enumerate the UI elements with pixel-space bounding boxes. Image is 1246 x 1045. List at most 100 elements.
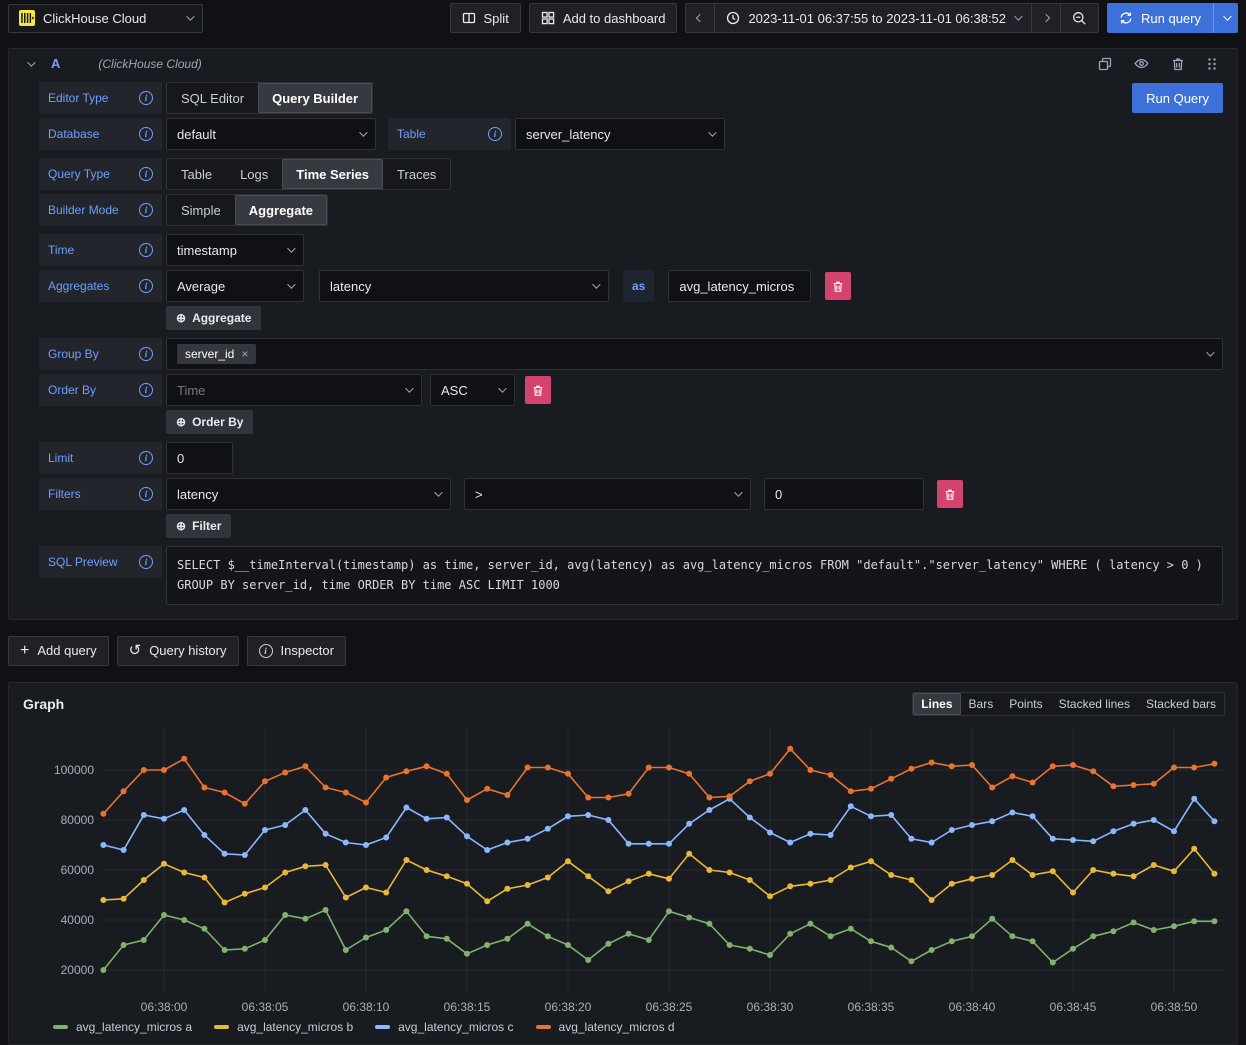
info-icon[interactable]: i: [139, 383, 153, 397]
graph-panel-title: Graph: [23, 696, 64, 712]
graph-style-points[interactable]: Points: [1001, 693, 1050, 715]
chevron-down-icon: [287, 244, 295, 252]
drag-handle-icon[interactable]: [1201, 57, 1223, 71]
info-icon[interactable]: i: [139, 555, 153, 569]
legend-item[interactable]: avg_latency_micros d: [536, 1020, 675, 1034]
svg-text:60000: 60000: [61, 863, 95, 877]
group-by-multiselect[interactable]: server_id ×: [166, 338, 1223, 370]
aggregate-function-select[interactable]: Average: [166, 270, 304, 302]
aggregate-column-select[interactable]: latency: [319, 270, 609, 302]
circle-plus-icon: ⊕: [176, 311, 186, 325]
legend-item[interactable]: avg_latency_micros c: [375, 1020, 513, 1034]
chevron-right-icon: [1042, 14, 1050, 22]
limit-input[interactable]: 0: [166, 442, 233, 474]
circle-plus-icon: ⊕: [176, 519, 186, 533]
database-select[interactable]: default: [166, 118, 376, 150]
close-icon[interactable]: ×: [241, 347, 248, 361]
filter-value-input[interactable]: 0: [764, 478, 924, 510]
query-ref-id[interactable]: A: [51, 56, 60, 71]
group-by-chip-server-id[interactable]: server_id ×: [177, 344, 256, 364]
builder-mode-simple[interactable]: Simple: [167, 195, 235, 225]
info-icon[interactable]: i: [139, 279, 153, 293]
datasource-name: ClickHouse Cloud: [43, 11, 146, 26]
table-select[interactable]: server_latency: [515, 118, 725, 150]
collapse-query-icon[interactable]: [27, 58, 35, 66]
svg-text:06:38:50: 06:38:50: [1151, 1000, 1198, 1014]
legend-item[interactable]: avg_latency_micros b: [214, 1020, 353, 1034]
time-range-button[interactable]: 2023-11-01 06:37:55 to 2023-11-01 06:38:…: [714, 3, 1032, 33]
add-order-by-button[interactable]: ⊕ Order By: [166, 410, 253, 434]
remove-filter-button[interactable]: [937, 480, 963, 508]
info-icon[interactable]: i: [139, 167, 153, 181]
legend-color-marker: [214, 1025, 229, 1029]
query-type-table[interactable]: Table: [167, 159, 226, 189]
chevron-down-icon: [734, 488, 742, 496]
editor-type-switch: SQL Editor Query Builder: [166, 82, 373, 114]
graph-style-bars[interactable]: Bars: [961, 693, 1002, 715]
builder-mode-aggregate[interactable]: Aggregate: [235, 195, 327, 225]
graph-style-stacked-lines[interactable]: Stacked lines: [1051, 693, 1138, 715]
query-type-traces[interactable]: Traces: [383, 159, 450, 189]
info-icon[interactable]: i: [139, 451, 153, 465]
add-to-dashboard-button[interactable]: Add to dashboard: [529, 3, 678, 33]
query-type-logs[interactable]: Logs: [226, 159, 282, 189]
svg-text:06:38:05: 06:38:05: [242, 1000, 289, 1014]
graph-style-switch: Lines Bars Points Stacked lines Stacked …: [912, 692, 1225, 716]
query-type-switch: Table Logs Time Series Traces: [166, 158, 451, 190]
time-range-forward-button[interactable]: [1031, 3, 1061, 33]
aggregate-alias-input[interactable]: avg_latency_micros: [668, 270, 811, 302]
run-query-panel-button[interactable]: Run Query: [1132, 83, 1223, 113]
svg-text:40000: 40000: [61, 913, 95, 927]
legend-item[interactable]: avg_latency_micros a: [53, 1020, 192, 1034]
add-query-button[interactable]: + Add query: [8, 636, 109, 666]
sql-preview-code: SELECT $__timeInterval(timestamp) as tim…: [166, 546, 1223, 605]
info-icon[interactable]: i: [488, 127, 502, 141]
info-icon[interactable]: i: [139, 127, 153, 141]
explore-actions: + Add query ↺ Query history i Inspector: [8, 636, 1238, 666]
split-button[interactable]: Split: [450, 3, 521, 33]
time-range-back-button[interactable]: [685, 3, 715, 33]
run-query-toolbar-button[interactable]: Run query: [1107, 3, 1238, 33]
svg-text:06:38:30: 06:38:30: [747, 1000, 794, 1014]
graph-style-lines[interactable]: Lines: [913, 693, 960, 715]
query-history-button[interactable]: ↺ Query history: [117, 636, 239, 666]
chevron-left-icon: [696, 14, 704, 22]
graph-panel: Graph Lines Bars Points Stacked lines St…: [8, 682, 1238, 1045]
inspector-info-icon: i: [259, 644, 273, 658]
hide-response-eye-icon[interactable]: [1128, 56, 1155, 71]
plus-icon: +: [20, 643, 29, 659]
order-by-direction-select[interactable]: ASC: [430, 374, 515, 406]
editor-type-query-builder[interactable]: Query Builder: [258, 83, 372, 113]
inspector-button[interactable]: i Inspector: [247, 636, 346, 666]
filter-column-select[interactable]: latency: [166, 478, 451, 510]
info-icon[interactable]: i: [139, 243, 153, 257]
svg-text:80000: 80000: [61, 813, 95, 827]
query-datasource-hint: (ClickHouse Cloud): [98, 57, 201, 71]
duplicate-query-icon[interactable]: [1092, 57, 1118, 71]
query-type-time-series[interactable]: Time Series: [282, 159, 383, 189]
remove-order-by-button[interactable]: [525, 376, 551, 404]
latency-time-series-chart[interactable]: 2000040000600008000010000006:38:0006:38:…: [18, 720, 1230, 1018]
add-aggregate-button[interactable]: ⊕ Aggregate: [166, 306, 261, 330]
editor-type-sql-editor[interactable]: SQL Editor: [167, 83, 258, 113]
sql-preview-label: SQL Previewi: [39, 546, 162, 578]
chevron-down-icon: [592, 280, 600, 288]
remove-aggregate-button[interactable]: [825, 272, 851, 300]
time-column-label: Timei: [39, 234, 162, 266]
add-filter-button[interactable]: ⊕ Filter: [166, 514, 231, 538]
datasource-picker[interactable]: ClickHouse Cloud: [8, 4, 203, 33]
zoom-out-button[interactable]: [1060, 3, 1099, 33]
time-column-select[interactable]: timestamp: [166, 234, 304, 266]
order-by-field-select[interactable]: Time: [166, 374, 422, 406]
info-icon[interactable]: i: [139, 91, 153, 105]
svg-text:06:38:25: 06:38:25: [646, 1000, 693, 1014]
info-icon[interactable]: i: [139, 203, 153, 217]
graph-style-stacked-bars[interactable]: Stacked bars: [1138, 693, 1224, 715]
filter-operator-select[interactable]: >: [464, 478, 751, 510]
remove-query-trash-icon[interactable]: [1165, 57, 1191, 71]
info-icon[interactable]: i: [139, 347, 153, 361]
legend-color-marker: [53, 1025, 68, 1029]
legend-color-marker: [536, 1025, 551, 1029]
database-label: Databasei: [39, 118, 162, 150]
info-icon[interactable]: i: [139, 487, 153, 501]
